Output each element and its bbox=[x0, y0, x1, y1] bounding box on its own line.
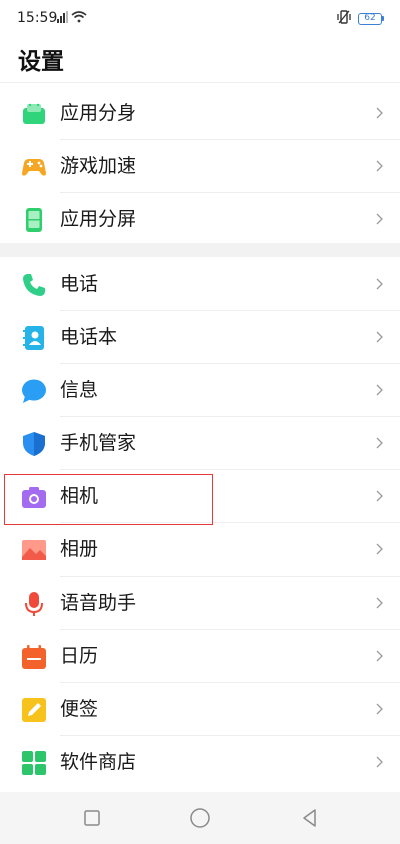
message-icon bbox=[22, 379, 46, 404]
recent-apps-button[interactable] bbox=[80, 806, 104, 830]
gallery-icon bbox=[22, 540, 46, 561]
vibrate-icon bbox=[337, 10, 351, 24]
status-bar: 15:59 62 bbox=[0, 0, 400, 38]
app-store-icon bbox=[22, 750, 46, 775]
contacts-icon bbox=[23, 326, 44, 351]
settings-item-label: 应用分屏 bbox=[60, 208, 137, 231]
settings-item-label: 应用分身 bbox=[60, 102, 137, 124]
highlight-box bbox=[4, 474, 213, 525]
settings-item-label: 信息 bbox=[60, 379, 99, 402]
settings-item-voice-assistant[interactable]: 语音助手 bbox=[0, 577, 400, 630]
settings-item-gallery[interactable]: 相册 bbox=[0, 523, 400, 577]
wifi-icon bbox=[71, 11, 87, 23]
home-button[interactable] bbox=[188, 806, 212, 830]
battery-tip bbox=[382, 16, 384, 21]
app-clone-icon bbox=[23, 103, 45, 124]
chevron-right-icon bbox=[376, 160, 383, 172]
settings-item-label: 语音助手 bbox=[60, 591, 137, 614]
settings-item-notes[interactable]: 便签 bbox=[0, 683, 400, 736]
chevron-right-icon bbox=[376, 597, 383, 609]
microphone-icon bbox=[25, 591, 43, 616]
chevron-right-icon bbox=[376, 437, 383, 449]
settings-item-label: 软件商店 bbox=[60, 750, 137, 773]
settings-item-calendar[interactable]: 日历 bbox=[0, 630, 400, 683]
split-screen-icon bbox=[26, 208, 42, 233]
chevron-right-icon bbox=[376, 213, 383, 225]
back-button[interactable] bbox=[298, 806, 322, 830]
battery-indicator: 62 bbox=[358, 13, 382, 25]
settings-item-phone[interactable]: 电话 bbox=[0, 258, 400, 312]
chevron-right-icon bbox=[376, 703, 383, 715]
title-divider bbox=[0, 82, 400, 83]
chevron-right-icon bbox=[376, 384, 383, 396]
chevron-right-icon bbox=[376, 756, 383, 768]
settings-item-phone-manager[interactable]: 手机管家 bbox=[0, 417, 400, 471]
settings-item-label: 电话 bbox=[60, 273, 99, 295]
settings-item-label: 手机管家 bbox=[60, 432, 137, 455]
chevron-right-icon bbox=[376, 331, 383, 343]
settings-item-label: 便签 bbox=[60, 697, 99, 720]
settings-item-label: 游戏加速 bbox=[60, 155, 137, 178]
settings-item-game-boost[interactable]: 游戏加速 bbox=[0, 140, 400, 194]
page-title: 设置 bbox=[18, 49, 64, 75]
status-time: 15:59 bbox=[17, 10, 58, 26]
settings-group-1: 应用分身 游戏加速 应用分屏 bbox=[0, 87, 400, 246]
phone-icon bbox=[23, 274, 45, 296]
chevron-right-icon bbox=[376, 107, 383, 119]
settings-item-app-store[interactable]: 软件商店 bbox=[0, 736, 400, 789]
chevron-right-icon bbox=[376, 544, 383, 555]
settings-item-label: 相册 bbox=[60, 538, 99, 561]
settings-item-label: 日历 bbox=[60, 644, 99, 667]
shield-icon bbox=[23, 432, 45, 457]
chevron-right-icon bbox=[376, 490, 383, 502]
settings-item-label: 电话本 bbox=[60, 326, 118, 349]
settings-item-messages[interactable]: 信息 bbox=[0, 364, 400, 418]
signal-icon bbox=[57, 11, 68, 23]
chevron-right-icon bbox=[376, 278, 383, 290]
settings-item-contacts[interactable]: 电话本 bbox=[0, 311, 400, 365]
settings-item-split-screen[interactable]: 应用分屏 bbox=[0, 193, 400, 246]
section-gap bbox=[0, 243, 400, 257]
settings-item-app-clone[interactable]: 应用分身 bbox=[0, 87, 400, 141]
gamepad-icon bbox=[22, 159, 46, 176]
notes-icon bbox=[22, 697, 46, 722]
calendar-icon bbox=[22, 644, 46, 669]
signal-wifi-icons bbox=[57, 11, 87, 23]
navigation-bar bbox=[0, 792, 400, 844]
chevron-right-icon bbox=[376, 650, 383, 662]
